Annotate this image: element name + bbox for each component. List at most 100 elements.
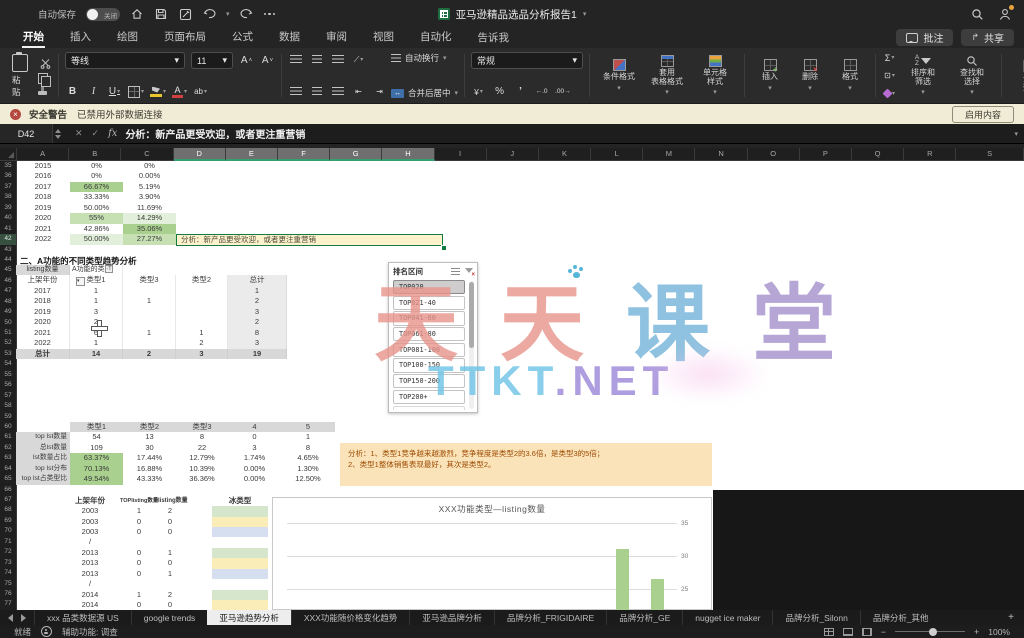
pivot-cell[interactable] (176, 307, 228, 317)
count-cell[interactable]: 1 (158, 569, 182, 579)
percent-button[interactable]: % (492, 84, 507, 99)
year-cell[interactable]: 2016 (16, 171, 70, 181)
ribbon-tab[interactable]: 自动化 (407, 28, 465, 48)
pct-cell[interactable]: 66.67% (70, 182, 123, 192)
pct-cell[interactable]: 33.33% (70, 192, 123, 202)
pivot-cell[interactable]: 3 (176, 349, 228, 359)
pivot-column-field[interactable]: A功能的类-T (70, 265, 123, 275)
chart-bar[interactable] (616, 549, 629, 610)
selected-cell-d42[interactable]: 分析：新产品更受欢迎，或者更注重营销 (176, 234, 443, 247)
year-cell[interactable]: 2019 (16, 203, 70, 213)
zoom-slider-knob[interactable] (929, 628, 937, 636)
count-cell[interactable]: 0 (120, 558, 158, 568)
page-layout-view-icon[interactable] (843, 628, 853, 636)
type-header-cell[interactable]: 类型1 (70, 422, 123, 432)
sort-filter-button[interactable]: AZ 排序和 筛选▾ (900, 55, 946, 96)
edit-mode-icon[interactable] (178, 7, 192, 21)
count-cell[interactable]: 2 (158, 590, 182, 600)
metric-label-cell[interactable]: top lst分布 (16, 464, 70, 474)
pivot-cell[interactable]: 2020 (16, 317, 70, 327)
header-cell[interactable]: 上架年份 (60, 496, 120, 506)
metric-cell[interactable]: 1.74% (228, 453, 281, 463)
redo-icon[interactable] (240, 7, 254, 21)
pivot-cell[interactable]: 2022 (16, 338, 70, 348)
zoom-in-button[interactable]: + (974, 627, 979, 637)
zoom-out-button[interactable]: − (881, 627, 886, 637)
column-header[interactable]: F (278, 148, 330, 161)
pct-cell[interactable]: 0.00% (123, 171, 176, 181)
column-header[interactable]: L (591, 148, 643, 161)
pivot-total-cell[interactable]: 3 (228, 338, 287, 348)
slicer-item[interactable]: TOP100-150 (393, 358, 465, 372)
pivot-cell[interactable]: 2 (70, 317, 123, 327)
metric-cell[interactable]: 13 (123, 432, 176, 442)
column-header[interactable]: Q (852, 148, 904, 161)
count-cell[interactable]: 0 (158, 517, 182, 527)
ice-type-cell[interactable] (212, 527, 268, 537)
pct-cell[interactable]: 11.69% (123, 203, 176, 213)
ice-type-cell[interactable] (212, 548, 268, 558)
pivot-cell[interactable]: 1 (70, 286, 123, 296)
slicer-item[interactable]: TOP081-100 (393, 343, 465, 357)
year-cell[interactable]: / (60, 579, 120, 589)
underline-button[interactable]: U▾ (107, 84, 122, 99)
comments-button[interactable]: 批注 (896, 29, 953, 46)
name-box[interactable]: D42 (0, 124, 53, 143)
ice-type-cell[interactable] (212, 537, 268, 547)
increase-indent-button[interactable]: ⇥ (372, 84, 387, 99)
name-box-stepper[interactable] (55, 129, 61, 139)
pivot-total-cell[interactable]: 8 (228, 328, 287, 338)
pct-cell[interactable]: 0% (70, 161, 123, 171)
pct-cell[interactable]: 35.06% (123, 224, 176, 234)
count-cell[interactable]: 0 (158, 600, 182, 610)
pivot-total-cell[interactable]: 总计 (228, 275, 287, 285)
sheet-tab[interactable]: 品牌分析_其他 (860, 610, 941, 625)
pivot-cell[interactable]: 1 (70, 296, 123, 306)
clear-filter-icon[interactable] (465, 268, 473, 276)
pivot-total-cell[interactable]: 2 (228, 296, 287, 306)
prev-sheet-icon[interactable] (8, 614, 13, 622)
year-cell[interactable]: 2014 (60, 600, 120, 610)
pivot-total-cell[interactable]: 2 (228, 317, 287, 327)
home-icon[interactable] (130, 7, 144, 21)
format-as-table-button[interactable]: 套用 表格格式▾ (644, 55, 690, 96)
ribbon-tab[interactable]: 数据 (266, 28, 313, 48)
add-sheet-button[interactable]: + (998, 610, 1024, 625)
pivot-value-field[interactable]: listing数量 (16, 265, 70, 275)
decrease-indent-button[interactable]: ⇤ (351, 84, 366, 99)
column-header[interactable]: J (487, 148, 539, 161)
clear-button[interactable]: ▾ (882, 86, 897, 101)
year-cell[interactable]: 2022 (16, 234, 70, 244)
pivot-cell[interactable]: 2017 (16, 286, 70, 296)
page-break-view-icon[interactable] (862, 628, 872, 636)
year-cell[interactable]: 2013 (60, 548, 120, 558)
sheet-tab[interactable]: nugget ice maker (682, 610, 772, 625)
rank-slicer-panel[interactable]: 排名区间 TOP020TOP021-40TOP041-60TOP061-80TO… (388, 262, 478, 413)
pct-cell[interactable]: 0% (123, 161, 176, 171)
column-header[interactable]: I (435, 148, 487, 161)
metric-cell[interactable]: 17.44% (123, 453, 176, 463)
cut-icon[interactable] (38, 56, 52, 70)
metric-cell[interactable]: 0 (228, 432, 281, 442)
title-dropdown-icon[interactable]: ▾ (583, 10, 587, 18)
type-header-cell[interactable]: 4 (228, 422, 281, 432)
next-sheet-icon[interactable] (21, 614, 26, 622)
pivot-cell[interactable]: 19 (228, 349, 287, 359)
column-header[interactable]: N (695, 148, 747, 161)
column-header[interactable]: O (748, 148, 800, 161)
metric-cell[interactable]: 109 (70, 443, 123, 453)
pivot-cell[interactable] (176, 317, 228, 327)
slicer-item[interactable]: TOP150-200 (393, 374, 465, 388)
metric-label-cell[interactable]: top lst数量 (16, 432, 70, 442)
insert-cells-button[interactable]: 插入▾ (751, 59, 789, 92)
column-header[interactable]: K (539, 148, 591, 161)
clear-format-button[interactable]: ab▾ (193, 84, 208, 99)
confirm-entry-icon[interactable]: ✓ (92, 128, 100, 139)
metric-cell[interactable]: 1.30% (281, 464, 335, 474)
pivot-cell[interactable]: 2018 (16, 296, 70, 306)
pivot-total-cell[interactable]: 3 (228, 307, 287, 317)
format-painter-icon[interactable] (38, 91, 47, 95)
pivot-cell[interactable]: 总计 (16, 349, 70, 359)
count-cell[interactable]: 0 (120, 569, 158, 579)
align-middle-button[interactable] (309, 52, 324, 67)
